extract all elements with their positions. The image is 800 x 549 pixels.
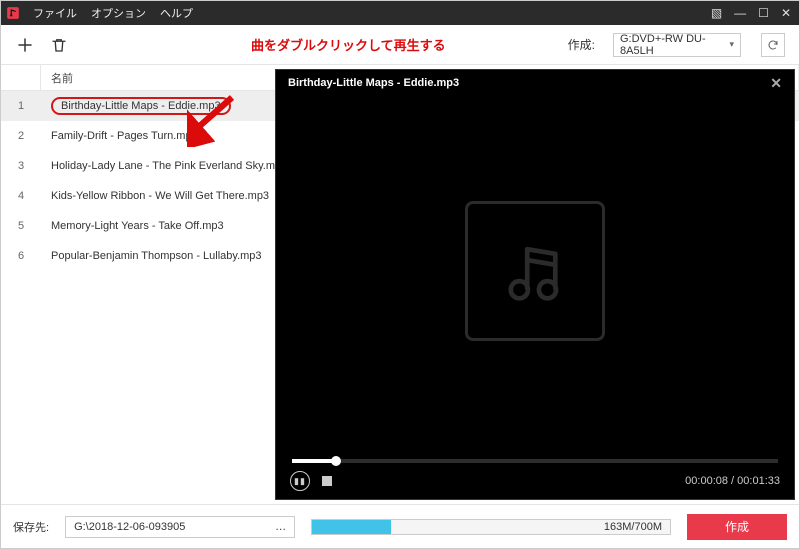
track-index: 4 <box>1 190 41 202</box>
close-icon[interactable]: ✕ <box>770 75 782 92</box>
capacity-text: 163M/700M <box>604 521 662 533</box>
track-name: Birthday-Little Maps - Eddie.mp3 <box>51 97 231 115</box>
track-index: 6 <box>1 250 41 262</box>
pause-button[interactable]: ▮▮ <box>290 471 310 491</box>
main-area: 名前 1 Birthday-Little Maps - Eddie.mp3 2 … <box>1 65 799 504</box>
player-visual <box>276 96 794 445</box>
instruction-text: 曲をダブルクリックして再生する <box>83 35 554 54</box>
close-window-icon[interactable]: ✕ <box>781 7 791 19</box>
player-title: Birthday-Little Maps - Eddie.mp3 <box>288 77 459 89</box>
track-index: 3 <box>1 160 41 172</box>
menu-options[interactable]: オプション <box>91 5 146 21</box>
toolbar: 曲をダブルクリックして再生する 作成: G:DVD+-RW DU-8A5LH ▾ <box>1 25 799 65</box>
save-path-field[interactable]: G:\2018-12-06-093905 … <box>65 516 295 538</box>
refresh-button[interactable] <box>761 33 785 57</box>
create-button[interactable]: 作成 <box>687 514 787 540</box>
add-button[interactable] <box>15 35 35 55</box>
chevron-down-icon: ▾ <box>729 39 734 50</box>
track-index: 2 <box>1 130 41 142</box>
create-label: 作成: <box>568 36 595 53</box>
browse-icon[interactable]: … <box>275 521 286 533</box>
maximize-icon[interactable]: ☐ <box>758 7 769 19</box>
menu-bar: ファイル オプション ヘルプ ▧ ― ☐ ✕ <box>1 1 799 25</box>
time-display: 00:00:08 / 00:01:33 <box>685 475 780 487</box>
music-note-icon <box>465 201 605 341</box>
track-index: 1 <box>1 100 41 112</box>
minimize-icon[interactable]: ― <box>734 7 746 19</box>
save-path-value: G:\2018-12-06-093905 <box>74 521 185 533</box>
save-to-label: 保存先: <box>13 519 49 535</box>
track-name: Popular-Benjamin Thompson - Lullaby.mp3 <box>41 250 262 262</box>
skin-icon[interactable]: ▧ <box>711 7 722 19</box>
menu-help[interactable]: ヘルプ <box>160 5 193 21</box>
track-name: Holiday-Lady Lane - The Pink Everland Sk… <box>41 160 287 172</box>
bottom-bar: 保存先: G:\2018-12-06-093905 … 163M/700M 作成 <box>1 504 799 548</box>
track-index: 5 <box>1 220 41 232</box>
delete-button[interactable] <box>49 35 69 55</box>
seek-bar[interactable] <box>292 459 778 463</box>
stop-button[interactable] <box>322 476 332 486</box>
menu-file[interactable]: ファイル <box>33 5 77 21</box>
track-name: Family-Drift - Pages Turn.mp3 <box>41 130 198 142</box>
player-panel: Birthday-Little Maps - Eddie.mp3 ✕ ▮▮ <box>275 69 795 500</box>
drive-select[interactable]: G:DVD+-RW DU-8A5LH ▾ <box>613 33 741 57</box>
track-name: Memory-Light Years - Take Off.mp3 <box>41 220 224 232</box>
track-name: Kids-Yellow Ribbon - We Will Get There.m… <box>41 190 269 202</box>
capacity-gauge: 163M/700M <box>311 519 671 535</box>
app-logo <box>1 1 25 25</box>
drive-select-value: G:DVD+-RW DU-8A5LH <box>620 33 729 57</box>
